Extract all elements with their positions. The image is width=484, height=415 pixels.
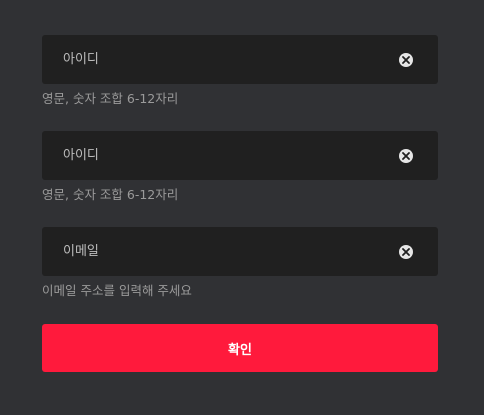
- id-input[interactable]: [63, 35, 399, 84]
- email-input[interactable]: [63, 227, 399, 276]
- id-hint: 영문, 숫자 조합 6-12자리: [42, 91, 179, 106]
- confirm-button[interactable]: 확인: [42, 324, 438, 372]
- field-group-id-2: 영문, 숫자 조합 6-12자리: [42, 131, 438, 227]
- field-group-id: 영문, 숫자 조합 6-12자리: [42, 35, 438, 131]
- id-input-2[interactable]: [63, 131, 399, 180]
- form: 영문, 숫자 조합 6-12자리 영문, 숫자 조합 6-12자리 이메일 주소…: [42, 35, 438, 372]
- close-circle-icon[interactable]: [399, 52, 413, 67]
- id-field-container[interactable]: [42, 35, 438, 84]
- close-circle-icon[interactable]: [399, 148, 413, 163]
- close-circle-icon[interactable]: [399, 244, 413, 259]
- id-hint-2: 영문, 숫자 조합 6-12자리: [42, 187, 179, 202]
- email-hint: 이메일 주소를 입력해 주세요: [42, 283, 192, 298]
- id-field-container-2[interactable]: [42, 131, 438, 180]
- email-field-container[interactable]: [42, 227, 438, 276]
- field-group-email: 이메일 주소를 입력해 주세요: [42, 227, 438, 324]
